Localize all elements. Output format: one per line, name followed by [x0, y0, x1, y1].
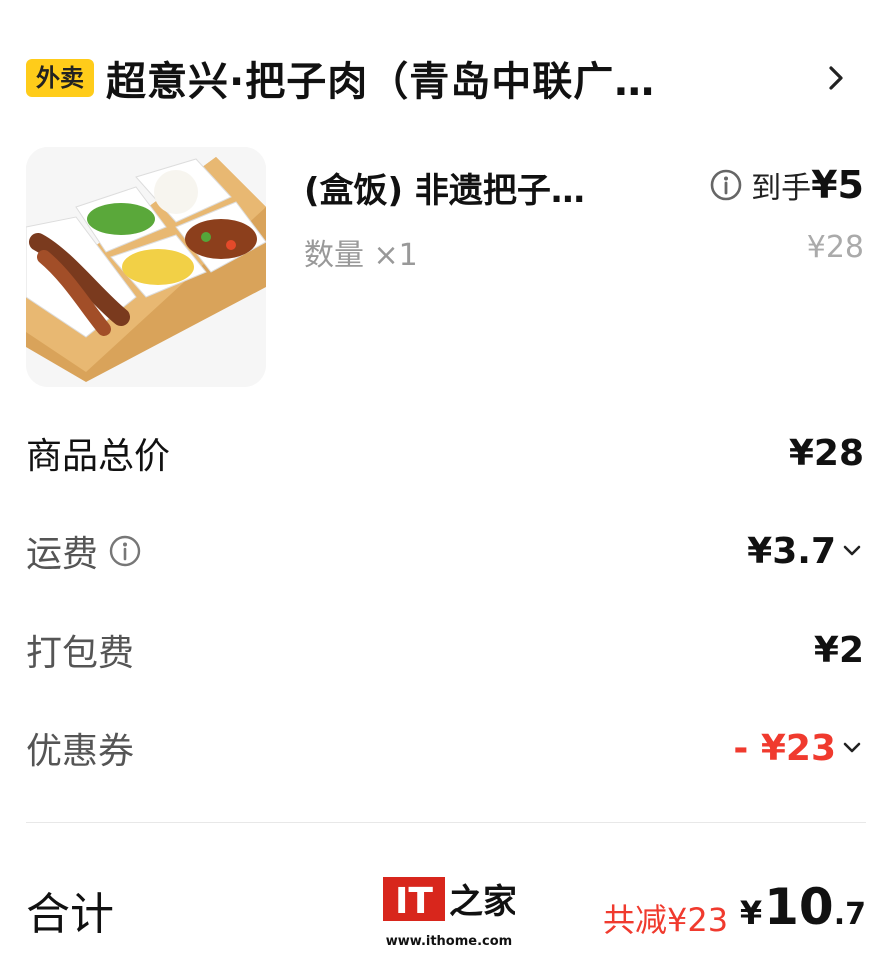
goods-total-label: 商品总价 — [26, 436, 171, 477]
order-card: 外卖 超意兴·把子肉（青岛中联广… (盒饭) 非遗把子… 数量 ×1 到手 ¥5… — [0, 0, 894, 961]
coupon-value: - ¥23 — [733, 727, 836, 769]
divider — [26, 822, 866, 823]
total-reduction: 共减¥23 — [603, 901, 729, 939]
watermark-url: www.ithome.com — [386, 934, 512, 949]
product-quantity: 数量 ×1 — [304, 238, 418, 273]
packing-fee-label: 打包费 — [26, 633, 135, 674]
goods-total-row: 商品总价 ¥28 — [26, 428, 864, 478]
delivery-fee-value-group[interactable]: ¥3.7 — [747, 531, 864, 572]
arrive-price-group: 到手 ¥5 — [709, 163, 864, 207]
chevron-down-icon[interactable] — [840, 736, 864, 760]
currency-symbol: ¥ — [739, 894, 763, 932]
svg-text:IT: IT — [395, 881, 433, 922]
ithome-watermark-logo: IT 之家 www.ithome.com — [383, 873, 517, 953]
store-name[interactable]: 超意兴·把子肉（青岛中联广… — [106, 49, 756, 107]
total-integer: 10 — [764, 878, 834, 936]
total-amount: ¥ 10 .7 — [740, 878, 866, 936]
info-icon[interactable] — [709, 168, 743, 202]
info-icon[interactable] — [108, 534, 142, 568]
delivery-fee-row[interactable]: 运费 ¥3.7 — [26, 526, 864, 576]
delivery-fee-label-group: 运费 — [26, 525, 142, 577]
coupon-row[interactable]: 优惠券 - ¥23 — [26, 723, 864, 773]
packing-fee-row: 打包费 ¥2 — [26, 625, 864, 675]
coupon-label: 优惠券 — [26, 731, 135, 772]
store-header[interactable]: 外卖 超意兴·把子肉（青岛中联广… — [26, 48, 866, 108]
total-decimal: .7 — [833, 897, 866, 932]
delivery-fee-label: 运费 — [26, 534, 99, 575]
total-label: 合计 — [26, 889, 114, 940]
chevron-down-icon[interactable] — [840, 539, 864, 563]
packing-fee-value: ¥2 — [813, 629, 864, 671]
goods-total-value: ¥28 — [788, 432, 864, 474]
svg-text:之家: 之家 — [449, 882, 515, 922]
delivery-fee-value: ¥3.7 — [747, 530, 836, 572]
coupon-value-group[interactable]: - ¥23 — [733, 728, 864, 769]
takeaway-tag: 外卖 — [26, 59, 94, 97]
original-price: ¥28 — [806, 230, 864, 265]
product-name[interactable]: (盒饭) 非遗把子… — [304, 163, 634, 212]
arrive-price: ¥5 — [811, 163, 864, 207]
chevron-right-icon[interactable] — [818, 60, 854, 96]
product-image[interactable] — [26, 147, 266, 387]
arrive-label: 到手 — [751, 171, 812, 206]
